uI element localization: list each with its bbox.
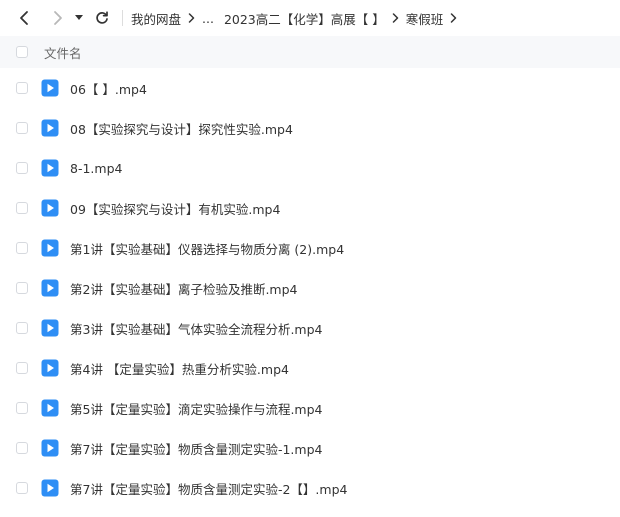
breadcrumb-item-ellipsis[interactable]: ... [202, 11, 214, 26]
file-select-checkbox[interactable] [16, 322, 28, 334]
file-select-checkbox[interactable] [16, 402, 28, 414]
chevron-right-icon [54, 11, 62, 25]
breadcrumb-item-course-folder[interactable]: 2023高二【化学】高展【 】 [224, 9, 385, 28]
file-name[interactable]: 8-1.mp4 [70, 161, 122, 176]
file-row[interactable]: 09【实验探究与设计】有机实验.mp4 [0, 188, 620, 228]
file-name[interactable]: 09【实验探究与设计】有机实验.mp4 [70, 199, 280, 218]
file-list-header: 文件名 [0, 36, 620, 68]
video-file-icon [41, 239, 59, 257]
file-name[interactable]: 第2讲【实验基础】离子检验及推断.mp4 [70, 279, 298, 298]
file-name[interactable]: 第1讲【实验基础】仪器选择与物质分离 (2).mp4 [70, 239, 344, 258]
caret-down-icon [75, 15, 83, 20]
toolbar-divider [122, 10, 123, 26]
video-file-icon [41, 119, 59, 137]
file-select-checkbox[interactable] [16, 482, 28, 494]
file-row[interactable]: 第7讲【定量实验】物质含量测定实验-2【】.mp4 [0, 468, 620, 508]
chevron-right-icon [392, 13, 399, 23]
video-file-icon [41, 159, 59, 177]
file-row[interactable]: 8-1.mp4 [0, 148, 620, 188]
file-row[interactable]: 第2讲【实验基础】离子检验及推断.mp4 [0, 268, 620, 308]
chevron-right-icon [188, 13, 195, 23]
file-select-checkbox[interactable] [16, 362, 28, 374]
navigation-toolbar: 我的网盘 ... 2023高二【化学】高展【 】 寒假班 [0, 0, 620, 36]
video-file-icon [41, 79, 59, 97]
video-file-icon [41, 479, 59, 497]
file-select-checkbox[interactable] [16, 442, 28, 454]
file-row[interactable]: 第7讲【定量实验】物质含量测定实验-1.mp4 [0, 428, 620, 468]
forward-button[interactable] [48, 8, 68, 28]
chevron-left-icon [20, 11, 28, 25]
file-list: 06【 】.mp4 08【实验探究与设计】探究性实验.mp4 8-1.mp4 09【实… [0, 68, 620, 508]
file-name[interactable]: 第5讲【定量实验】滴定实验操作与流程.mp4 [70, 399, 323, 418]
file-name[interactable]: 第7讲【定量实验】物质含量测定实验-2【】.mp4 [70, 479, 347, 498]
video-file-icon [41, 319, 59, 337]
breadcrumb: 我的网盘 ... 2023高二【化学】高展【 】 寒假班 [131, 9, 464, 28]
file-select-checkbox[interactable] [16, 162, 28, 174]
refresh-icon [96, 11, 108, 24]
select-all-checkbox[interactable] [16, 46, 28, 58]
video-file-icon [41, 199, 59, 217]
file-name[interactable]: 第3讲【实验基础】气体实验全流程分析.mp4 [70, 319, 323, 338]
refresh-button[interactable] [92, 8, 112, 28]
file-name[interactable]: 第7讲【定量实验】物质含量测定实验-1.mp4 [70, 439, 322, 458]
file-select-checkbox[interactable] [16, 202, 28, 214]
video-file-icon [41, 279, 59, 297]
file-select-checkbox[interactable] [16, 122, 28, 134]
file-row[interactable]: 06【 】.mp4 [0, 68, 620, 108]
video-file-icon [41, 359, 59, 377]
breadcrumb-item-my-drive[interactable]: 我的网盘 [131, 9, 181, 28]
back-button[interactable] [14, 8, 34, 28]
file-select-checkbox[interactable] [16, 242, 28, 254]
video-file-icon [41, 399, 59, 417]
file-name[interactable]: 第4讲 【定量实验】热重分析实验.mp4 [70, 359, 289, 378]
file-row[interactable]: 第5讲【定量实验】滴定实验操作与流程.mp4 [0, 388, 620, 428]
file-row[interactable]: 08【实验探究与设计】探究性实验.mp4 [0, 108, 620, 148]
history-dropdown-button[interactable] [72, 8, 86, 28]
video-file-icon [41, 439, 59, 457]
file-row[interactable]: 第4讲 【定量实验】热重分析实验.mp4 [0, 348, 620, 388]
column-header-filename[interactable]: 文件名 [44, 43, 82, 62]
file-name[interactable]: 08【实验探究与设计】探究性实验.mp4 [70, 119, 293, 138]
file-name[interactable]: 06【 】.mp4 [70, 79, 147, 98]
file-row[interactable]: 第3讲【实验基础】气体实验全流程分析.mp4 [0, 308, 620, 348]
file-row[interactable]: 第1讲【实验基础】仪器选择与物质分离 (2).mp4 [0, 228, 620, 268]
chevron-right-icon [450, 13, 457, 23]
file-select-checkbox[interactable] [16, 282, 28, 294]
breadcrumb-item-winter-class[interactable]: 寒假班 [406, 9, 444, 28]
file-select-checkbox[interactable] [16, 82, 28, 94]
